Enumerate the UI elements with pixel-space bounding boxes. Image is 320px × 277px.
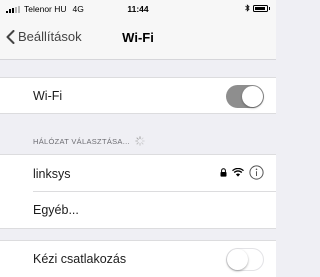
wifi-toggle-label: Wi-Fi: [33, 88, 63, 103]
toggle-knob: [242, 86, 263, 107]
battery-level: [255, 6, 265, 10]
wifi-toggle[interactable]: [226, 85, 264, 108]
status-bar: Telenor HU 4G 11:44: [0, 0, 276, 18]
bluetooth-icon: [245, 4, 250, 12]
navigation-bar: Beállítások Wi-Fi: [0, 18, 276, 60]
lock-icon: [220, 168, 227, 177]
other-network-row[interactable]: Egyéb...: [0, 192, 276, 229]
wifi-icon: [232, 168, 244, 177]
status-time: 11:44: [127, 4, 149, 14]
other-network-label: Egyéb...: [33, 203, 79, 217]
network-name: linksys: [33, 166, 71, 181]
battery-icon: [253, 4, 270, 12]
network-row-linksys[interactable]: linksys: [0, 155, 276, 192]
toggle-knob: [227, 249, 248, 270]
network-status-icons: [215, 165, 264, 180]
section-header-label: HÁLÓZAT VÁLASZTÁSA...: [33, 136, 130, 146]
wifi-toggle-row: Wi-Fi: [0, 77, 276, 114]
manual-join-row: Kézi csatlakozás: [0, 240, 276, 277]
info-icon[interactable]: [249, 165, 264, 180]
manual-join-toggle[interactable]: [226, 248, 264, 271]
loading-spinner-icon: [135, 136, 145, 146]
status-right: [245, 4, 270, 12]
manual-join-label: Kézi csatlakozás: [33, 252, 127, 266]
page-title: Wi-Fi: [122, 30, 154, 45]
network-section-header: HÁLÓZAT VÁLASZTÁSA...: [33, 136, 145, 146]
